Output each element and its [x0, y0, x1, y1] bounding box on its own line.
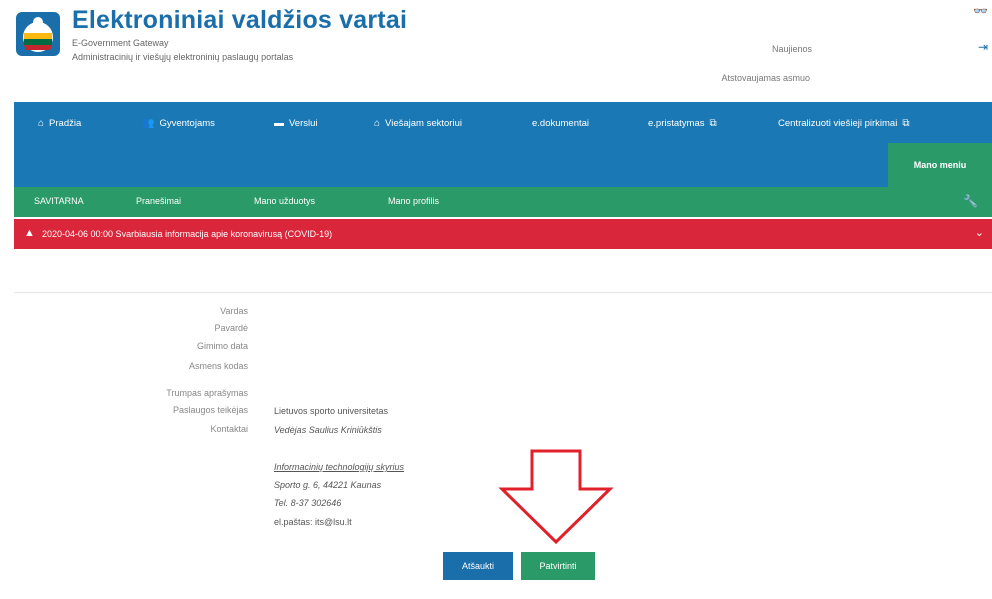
- nav-item-label: e.pristatymas: [648, 118, 705, 129]
- divider: [14, 292, 992, 293]
- label-service-provider: Paslaugos teikėjas: [172, 405, 248, 415]
- external-link-icon: ⧉: [902, 118, 910, 129]
- wrench-icon[interactable]: 🔧: [963, 194, 978, 208]
- sub-navigation: SAVITARNA Pranešimai Mano užduotys Mano …: [14, 187, 992, 217]
- logout-icon[interactable]: ⇥: [978, 40, 988, 54]
- news-link[interactable]: Naujienos: [772, 44, 812, 54]
- nav-item-residents[interactable]: 👥 Gyventojams: [142, 118, 215, 129]
- site-subtitle-english: E-Government Gateway: [72, 38, 169, 48]
- briefcase-icon: ▬: [274, 118, 284, 129]
- external-link-icon: ⧉: [709, 118, 717, 129]
- service-provider-value: Lietuvos sporto universitetas: [274, 406, 389, 416]
- nav-item-public-procurement[interactable]: Centralizuoti viešieji pirkimai ⧉: [778, 118, 909, 129]
- nav-item-label: Centralizuoti viešieji pirkimai: [778, 118, 898, 129]
- nav-item-e-delivery[interactable]: e.pristatymas ⧉: [648, 118, 717, 129]
- contact-person-value: Vedėjas Saulius Kriniūkštis: [274, 425, 382, 435]
- glasses-icon[interactable]: 👓: [973, 4, 988, 18]
- building-icon: ⌂: [374, 118, 381, 129]
- nav-item-label: e.dokumentai: [532, 118, 590, 129]
- label-birth-date: Gimimo data: [196, 341, 248, 351]
- nav-item-public-sector[interactable]: ⌂ Viešajam sektoriui: [374, 118, 462, 129]
- chevron-down-icon[interactable]: ⌄: [975, 226, 984, 239]
- subnav-item-self-service[interactable]: SAVITARNA: [34, 196, 84, 206]
- label-name: Vardas: [220, 306, 248, 316]
- down-arrow-annotation-icon: [498, 449, 614, 545]
- nav-item-e-documents[interactable]: e.dokumentai: [532, 118, 589, 129]
- nav-item-business[interactable]: ▬ Verslui: [274, 118, 318, 129]
- alert-text[interactable]: 2020-04-06 00:00 Svarbiausia informacija…: [42, 229, 332, 239]
- label-contacts: Kontaktai: [210, 424, 248, 434]
- confirm-button[interactable]: Patvirtinti: [521, 552, 595, 580]
- nav-item-home[interactable]: ⌂ Pradžia: [38, 118, 81, 129]
- label-surname: Pavardė: [214, 323, 248, 333]
- cancel-button[interactable]: Atšaukti: [443, 552, 513, 580]
- gateway-logo-icon: [16, 12, 60, 56]
- subnav-item-notifications[interactable]: Pranešimai: [136, 196, 181, 206]
- warning-icon: ▲: [24, 227, 35, 239]
- people-icon: 👥: [142, 118, 155, 129]
- covid-alert-bar[interactable]: ▲ 2020-04-06 00:00 Svarbiausia informaci…: [14, 219, 992, 249]
- department-link[interactable]: Informacinių technologijų skyrius: [274, 462, 404, 472]
- label-personal-code: Asmens kodas: [188, 361, 248, 371]
- home-icon: ⌂: [38, 118, 45, 129]
- nav-item-label: Pradžia: [49, 118, 82, 129]
- label-short-description: Trumpas aprašymas: [166, 388, 248, 398]
- representation-link[interactable]: Atstovaujamas asmuo: [721, 73, 810, 83]
- address-value: Sporto g. 6, 44221 Kaunas: [274, 480, 382, 490]
- nav-item-label: Gyventojams: [159, 118, 215, 129]
- subnav-item-my-tasks[interactable]: Mano užduotys: [254, 196, 315, 206]
- nav-item-label: Verslui: [289, 118, 318, 129]
- email-value: el.paštas: its@lsu.lt: [274, 517, 352, 527]
- my-menu-tab[interactable]: Mano meniu: [888, 143, 992, 187]
- phone-value: Tel. 8-37 302646: [274, 498, 342, 508]
- site-subtitle-lithuanian: Administracinių ir viešųjų elektroninių …: [72, 52, 294, 62]
- site-title[interactable]: Elektroniniai valdžios vartai: [72, 6, 407, 35]
- main-navigation: ⌂ Pradžia 👥 Gyventojams ▬ Verslui ⌂ Vieš…: [14, 102, 992, 187]
- subnav-item-my-profile[interactable]: Mano profilis: [388, 196, 439, 206]
- nav-item-label: Viešajam sektoriui: [385, 118, 462, 129]
